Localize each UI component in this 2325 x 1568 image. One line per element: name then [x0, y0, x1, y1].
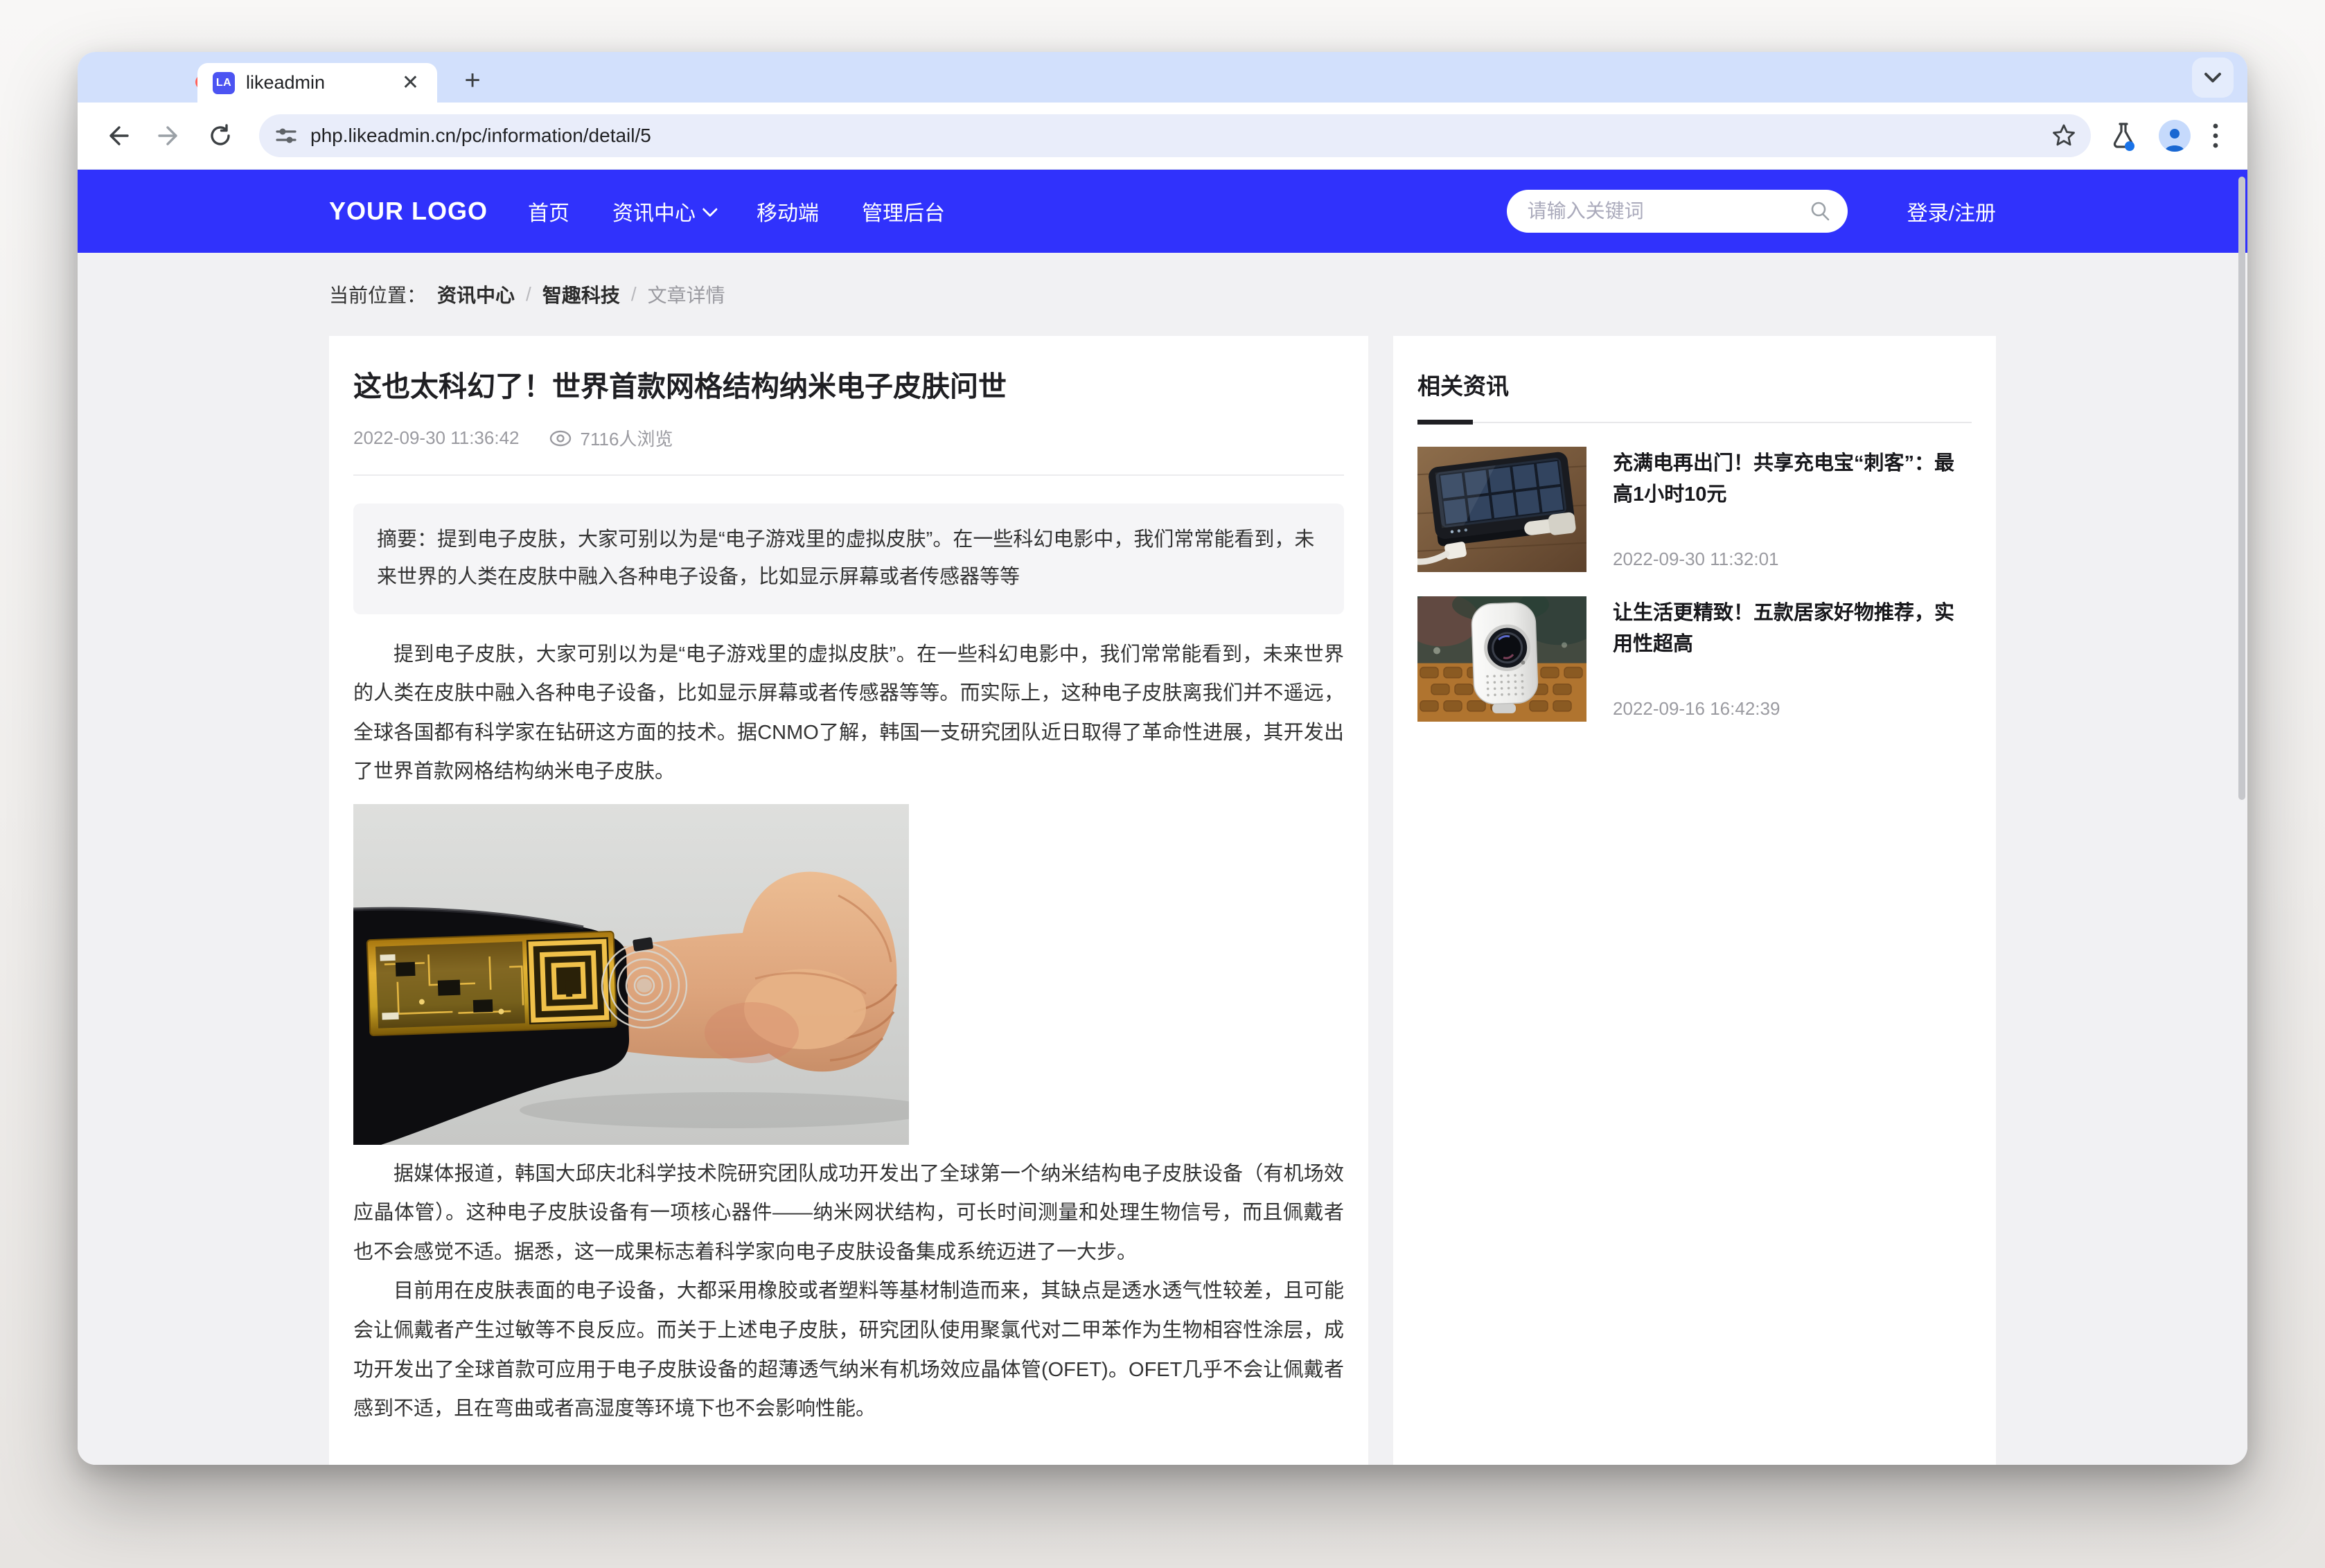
- tab-title: likeadmin: [246, 72, 398, 93]
- web-page: YOUR LOGO 首页 资讯中心 移动端 管理后台: [78, 170, 2247, 1465]
- article-body: 提到电子皮肤，大家可别以为是“电子游戏里的虚拟皮肤”。在一些科幻电影中，我们常常…: [353, 635, 1344, 1429]
- back-button[interactable]: [101, 119, 134, 152]
- nav-item-mobile[interactable]: 移动端: [757, 196, 819, 226]
- article-summary: 摘要：提到电子皮肤，大家可别以为是“电子游戏里的虚拟皮肤”。在一些科幻电影中，我…: [353, 504, 1344, 614]
- tab-search-button[interactable]: [2192, 57, 2234, 98]
- breadcrumb: 当前位置： 资讯中心 / 智趣科技 / 文章详情: [329, 280, 1996, 308]
- login-register-link[interactable]: 登录/注册: [1907, 196, 1996, 226]
- related-item-title[interactable]: 充满电再出门！共享充电宝“刺客”：最高1小时10元: [1613, 448, 1972, 510]
- site-search: [1507, 190, 1848, 233]
- projector-photo: [1417, 596, 1586, 722]
- related-item-body: 充满电再出门！共享充电宝“刺客”：最高1小时10元 2022-09-30 11:…: [1613, 447, 1972, 573]
- divider: [353, 474, 1344, 476]
- nav-item-news-center[interactable]: 资讯中心: [612, 196, 714, 226]
- breadcrumb-separator: /: [631, 283, 637, 305]
- related-news-panel: 相关资讯: [1393, 336, 1996, 1465]
- tab-favicon: LA: [213, 72, 235, 94]
- divider: [1417, 422, 1972, 423]
- article-views: 7116人浏览: [549, 425, 673, 451]
- chevron-down-icon: [702, 202, 718, 217]
- article-card: 这也太科幻了！世界首款网格结构纳米电子皮肤问世 2022-09-30 11:36…: [329, 336, 1368, 1465]
- reload-icon: [208, 123, 233, 148]
- profile-avatar[interactable]: [2159, 120, 2191, 152]
- browser-toolbar: php.likeadmin.cn/pc/information/detail/5: [78, 103, 2247, 170]
- site-logo[interactable]: YOUR LOGO: [329, 197, 488, 226]
- article-title: 这也太科幻了！世界首款网格结构纳米电子皮肤问世: [353, 368, 1344, 406]
- article-paragraph: 提到电子皮肤，大家可别以为是“电子游戏里的虚拟皮肤”。在一些科幻电影中，我们常常…: [353, 635, 1344, 792]
- person-icon: [2161, 124, 2189, 152]
- forward-button[interactable]: [152, 119, 186, 152]
- back-arrow-icon: [105, 123, 130, 148]
- content-area: 这也太科幻了！世界首款网格结构纳米电子皮肤问世 2022-09-30 11:36…: [329, 336, 1996, 1465]
- article-paragraph: 据媒体报道，韩国大邱庆北科学技术院研究团队成功开发出了全球第一个纳米结构电子皮肤…: [353, 1155, 1344, 1272]
- bookmark-star-icon[interactable]: [2051, 123, 2077, 149]
- breadcrumb-bar: 当前位置： 资讯中心 / 智趣科技 / 文章详情: [78, 253, 2247, 336]
- reload-button[interactable]: [204, 119, 237, 152]
- article-paragraph: 目前用在皮肤表面的电子设备，大都采用橡胶或者塑料等基材制造而来，其缺点是透水透气…: [353, 1272, 1344, 1428]
- search-icon[interactable]: [1809, 200, 1831, 222]
- related-item-body: 让生活更精致！五款居家好物推荐，实用性超高 2022-09-16 16:42:3…: [1613, 596, 1972, 722]
- tab-close-icon[interactable]: ✕: [398, 70, 423, 96]
- breadcrumb-link-news-center[interactable]: 资讯中心: [437, 280, 515, 308]
- electronic-skin-photo: [353, 804, 909, 1145]
- nav-item-admin[interactable]: 管理后台: [862, 196, 945, 226]
- browser-menu-icon[interactable]: [2211, 121, 2220, 151]
- breadcrumb-separator: /: [526, 283, 531, 305]
- experiments-flask-icon[interactable]: [2109, 121, 2138, 151]
- article-date: 2022-09-30 11:36:42: [353, 427, 520, 449]
- site-header: YOUR LOGO 首页 资讯中心 移动端 管理后台: [78, 170, 2247, 253]
- browser-window: LA likeadmin ✕ +: [78, 52, 2247, 1465]
- tab-strip: LA likeadmin ✕ +: [78, 52, 2247, 103]
- article-image-electronic-skin: [353, 804, 909, 1145]
- page-scrollbar[interactable]: [2238, 177, 2245, 800]
- related-thumbnail-power-bank[interactable]: [1417, 447, 1586, 572]
- related-item-date: 2022-09-16 16:42:39: [1613, 698, 1972, 720]
- breadcrumb-prefix: 当前位置：: [329, 280, 426, 308]
- new-tab-button[interactable]: +: [457, 66, 488, 97]
- search-input[interactable]: [1528, 200, 1809, 222]
- related-thumbnail-projector[interactable]: [1417, 596, 1586, 722]
- toolbar-actions: [2109, 120, 2220, 152]
- article-meta: 2022-09-30 11:36:42 7116人浏览: [353, 425, 1344, 451]
- browser-tab[interactable]: LA likeadmin ✕: [197, 63, 437, 103]
- related-item-power-bank[interactable]: 充满电再出门！共享充电宝“刺客”：最高1小时10元 2022-09-30 11:…: [1417, 447, 1972, 573]
- main-nav: 首页 资讯中心 移动端 管理后台: [528, 196, 945, 226]
- forward-arrow-icon: [157, 123, 182, 148]
- breadcrumb-link-category[interactable]: 智趣科技: [542, 280, 620, 308]
- eye-icon: [549, 430, 572, 447]
- related-item-projector[interactable]: 让生活更精致！五款居家好物推荐，实用性超高 2022-09-16 16:42:3…: [1417, 596, 1972, 722]
- site-settings-icon[interactable]: [274, 125, 298, 146]
- power-bank-photo: [1417, 447, 1586, 572]
- nav-item-home[interactable]: 首页: [528, 196, 569, 226]
- related-item-title[interactable]: 让生活更精致！五款居家好物推荐，实用性超高: [1613, 598, 1972, 660]
- breadcrumb-current: 文章详情: [648, 280, 725, 308]
- address-bar[interactable]: php.likeadmin.cn/pc/information/detail/5: [259, 114, 2091, 157]
- chevron-down-icon: [2204, 71, 2222, 84]
- url-text[interactable]: php.likeadmin.cn/pc/information/detail/5: [310, 125, 2051, 147]
- views-text: 7116人浏览: [581, 425, 673, 451]
- related-news-title: 相关资讯: [1417, 368, 1972, 401]
- related-item-date: 2022-09-30 11:32:01: [1613, 549, 1972, 570]
